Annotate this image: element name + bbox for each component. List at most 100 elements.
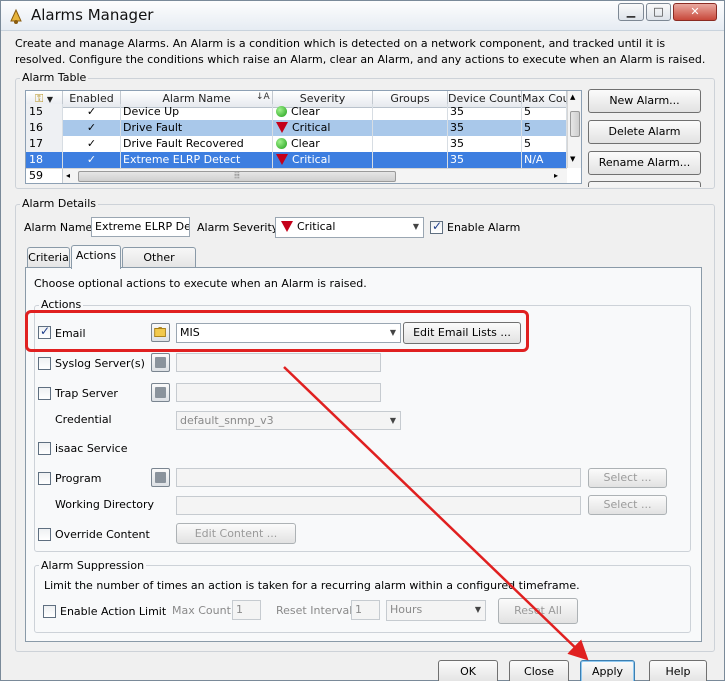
vertical-scroll-thumb[interactable] [570, 111, 580, 137]
enable-alarm-checkbox[interactable] [430, 219, 443, 234]
isaac-service-checkbox[interactable] [38, 442, 51, 455]
alarm-details-group-title: Alarm Details [20, 197, 98, 210]
minimize-button[interactable]: ▁ [618, 3, 644, 21]
close-button[interactable]: Close [509, 660, 569, 681]
trap-server-checkbox[interactable] [38, 387, 51, 400]
placeholder-icon [155, 357, 166, 368]
enable-action-limit-checkbox[interactable] [43, 605, 56, 618]
tab-criteria[interactable]: Criteria [27, 247, 70, 269]
credential-label: Credential [55, 413, 112, 426]
tab-actions[interactable]: Actions [71, 245, 121, 269]
scroll-down-icon[interactable]: ▼ [570, 155, 575, 163]
row-groups [373, 136, 448, 152]
title-bar: Alarms Manager ▁ □ ✕ [1, 1, 724, 31]
row-max-count: 5 [522, 120, 567, 136]
override-content-checkbox[interactable] [38, 528, 51, 541]
alarms-manager-window: Alarms Manager ▁ □ ✕ Create and manage A… [0, 0, 725, 681]
table-vertical-scrollbar[interactable]: ▲ ▼ [567, 91, 581, 168]
alarm-table-group-title: Alarm Table [20, 71, 89, 84]
reset-interval-label: Reset Interval: [276, 604, 357, 617]
syslog-input[interactable] [176, 353, 381, 372]
trap-server-label: Trap Server [55, 387, 118, 400]
row-number: 18 [26, 152, 63, 168]
row-max-count: 5 [522, 136, 567, 152]
delete-alarm-button[interactable]: Delete Alarm [588, 120, 701, 144]
working-directory-input[interactable] [176, 496, 581, 515]
row-alarm-name: Device Up [121, 104, 273, 120]
reset-interval-input[interactable]: 1 [351, 600, 380, 620]
reset-all-button[interactable]: Reset All [498, 598, 578, 624]
placeholder-icon [155, 387, 166, 398]
tab-other-options[interactable]: Other Options [122, 247, 196, 284]
sort-az-icon: ↓A [256, 92, 270, 102]
alarm-severity-value: Critical [297, 220, 336, 233]
table-row-selected[interactable]: 18 ✓ Extreme ELRP Detect Critical 35 N/A [26, 152, 567, 168]
new-alarm-button[interactable]: New Alarm... [588, 89, 701, 113]
syslog-browse-button[interactable] [151, 353, 170, 372]
critical-status-icon [276, 154, 288, 165]
reset-interval-unit-value: Hours [390, 603, 423, 616]
row-device-count: 35 [448, 120, 522, 136]
trap-server-input[interactable] [176, 383, 381, 402]
max-count-label: Max Count: [172, 604, 235, 617]
table-row[interactable]: 15 ✓ Device Up Clear 35 5 [26, 104, 567, 120]
minimize-icon: ▁ [626, 5, 636, 18]
enable-action-limit-label: Enable Action Limit [60, 605, 167, 618]
row-number: 17 [26, 136, 63, 152]
row-count: 59 [26, 169, 63, 183]
edit-content-button[interactable]: Edit Content ... [176, 523, 296, 544]
scroll-left-icon[interactable]: ◂ [66, 171, 70, 180]
alarm-severity-dropdown[interactable]: Critical ▼ [275, 217, 424, 238]
row-device-count: 35 [448, 104, 522, 120]
row-alarm-name: Drive Fault [121, 120, 273, 136]
alarm-severity-label: Alarm Severity: [197, 221, 282, 234]
row-number: 16 [26, 120, 63, 136]
window-title: Alarms Manager [31, 6, 154, 24]
row-enabled-check[interactable]: ✓ [63, 120, 121, 136]
clear-status-icon [276, 106, 287, 117]
credential-dropdown[interactable]: default_snmp_v3 ▼ [176, 411, 401, 430]
trap-browse-button[interactable] [151, 383, 170, 402]
row-severity: Critical [273, 152, 373, 168]
alarm-name-input[interactable]: Extreme ELRP Detec [91, 217, 190, 237]
working-directory-select-button[interactable]: Select ... [588, 495, 667, 515]
bell-icon [10, 8, 22, 24]
close-window-button[interactable]: ✕ [673, 3, 717, 21]
program-browse-button[interactable] [151, 468, 170, 487]
row-max-count: N/A [522, 152, 567, 168]
reset-interval-unit-dropdown[interactable]: Hours ▼ [386, 600, 486, 621]
scroll-up-icon[interactable]: ▲ [570, 93, 575, 101]
description-text: Create and manage Alarms. An Alarm is a … [15, 37, 706, 66]
row-groups [373, 120, 448, 136]
maximize-button[interactable]: □ [646, 3, 671, 21]
row-enabled-check[interactable]: ✓ [63, 136, 121, 152]
syslog-checkbox[interactable] [38, 357, 51, 370]
row-severity: Critical [273, 120, 373, 136]
scroll-right-icon[interactable]: ▸ [554, 171, 558, 180]
row-device-count: 35 [448, 152, 522, 168]
table-row[interactable]: 16 ✓ Drive Fault Critical 35 5 [26, 120, 567, 136]
row-enabled-check[interactable]: ✓ [63, 104, 121, 120]
maximize-icon: □ [653, 5, 664, 18]
alarm-suppression-group [34, 565, 691, 633]
row-severity-label: Clear [291, 105, 320, 118]
more-button-partial[interactable] [588, 181, 701, 187]
horizontal-scroll-thumb[interactable]: ⦙⦙⦙ [78, 171, 396, 182]
ok-button[interactable]: OK [438, 660, 498, 681]
close-icon: ✕ [690, 5, 700, 18]
row-number: 15 [26, 104, 63, 120]
alarm-name-label: Alarm Name: [24, 221, 97, 234]
help-button[interactable]: Help [649, 660, 707, 681]
actions-intro-text: Choose optional actions to execute when … [34, 277, 367, 290]
row-enabled-check[interactable]: ✓ [63, 152, 121, 168]
table-row[interactable]: 17 ✓ Drive Fault Recovered Clear 35 5 [26, 136, 567, 152]
rename-alarm-button[interactable]: Rename Alarm... [588, 151, 701, 175]
program-checkbox[interactable] [38, 472, 51, 485]
max-count-input[interactable]: 1 [232, 600, 261, 620]
alarm-suppression-group-title: Alarm Suppression [39, 559, 147, 572]
apply-button[interactable]: Apply [580, 660, 635, 681]
program-input[interactable] [176, 468, 581, 487]
alarm-table[interactable]: ⚿ ▼ Enabled Alarm Name Severity Groups D… [25, 90, 582, 184]
table-horizontal-scrollbar[interactable]: 59 ◂ ⦙⦙⦙ ▸ [26, 168, 567, 183]
program-select-button[interactable]: Select ... [588, 468, 667, 488]
